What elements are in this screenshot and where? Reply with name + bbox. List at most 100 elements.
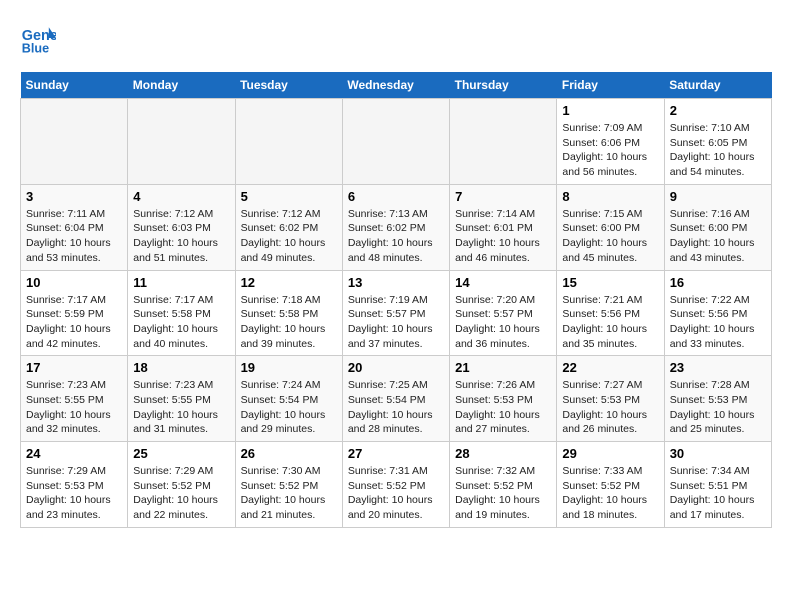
weekday-wednesday: Wednesday <box>342 72 449 99</box>
weekday-monday: Monday <box>128 72 235 99</box>
weekday-sunday: Sunday <box>21 72 128 99</box>
calendar-cell: 13Sunrise: 7:19 AM Sunset: 5:57 PM Dayli… <box>342 270 449 356</box>
day-info: Sunrise: 7:12 AM Sunset: 6:03 PM Dayligh… <box>133 207 229 266</box>
weekday-saturday: Saturday <box>664 72 771 99</box>
day-number: 19 <box>241 360 337 375</box>
day-info: Sunrise: 7:22 AM Sunset: 5:56 PM Dayligh… <box>670 293 766 352</box>
day-info: Sunrise: 7:10 AM Sunset: 6:05 PM Dayligh… <box>670 121 766 180</box>
day-info: Sunrise: 7:12 AM Sunset: 6:02 PM Dayligh… <box>241 207 337 266</box>
calendar-cell: 30 Sunrise: 7:34 AM Sunset: 5:51 PM Dayli… <box>664 442 771 528</box>
calendar-week-4: 17 Sunrise: 7:23 AM Sunset: 5:55 PM Dayli… <box>21 356 772 442</box>
day-number: 28 <box>455 446 551 461</box>
day-number: 20 <box>348 360 444 375</box>
day-info: Sunrise: 7:17 AM Sunset: 5:58 PM Dayligh… <box>133 293 229 352</box>
day-number: 2 <box>670 103 766 118</box>
day-info: Sunrise: 7:34 AM Sunset: 5:51 PM Dayligh… <box>670 464 766 523</box>
logo-icon: General Blue <box>20 20 56 56</box>
calendar-cell: 4 Sunrise: 7:12 AM Sunset: 6:03 PM Daylig… <box>128 184 235 270</box>
calendar-cell: 27 Sunrise: 7:31 AM Sunset: 5:52 PM Dayli… <box>342 442 449 528</box>
calendar-cell: 5Sunrise: 7:12 AM Sunset: 6:02 PM Daylig… <box>235 184 342 270</box>
calendar-cell: 7 Sunrise: 7:14 AM Sunset: 6:01 PM Daylig… <box>450 184 557 270</box>
day-number: 4 <box>133 189 229 204</box>
day-info: Sunrise: 7:11 AM Sunset: 6:04 PM Dayligh… <box>26 207 122 266</box>
day-info: Sunrise: 7:19 AM Sunset: 5:57 PM Dayligh… <box>348 293 444 352</box>
day-info: Sunrise: 7:33 AM Sunset: 5:52 PM Dayligh… <box>562 464 658 523</box>
day-number: 17 <box>26 360 122 375</box>
day-info: Sunrise: 7:20 AM Sunset: 5:57 PM Dayligh… <box>455 293 551 352</box>
day-info: Sunrise: 7:31 AM Sunset: 5:52 PM Dayligh… <box>348 464 444 523</box>
day-info: Sunrise: 7:23 AM Sunset: 5:55 PM Dayligh… <box>133 378 229 437</box>
weekday-thursday: Thursday <box>450 72 557 99</box>
calendar-cell: 11 Sunrise: 7:17 AM Sunset: 5:58 PM Dayli… <box>128 270 235 356</box>
day-number: 1 <box>562 103 658 118</box>
calendar-cell: 16 Sunrise: 7:22 AM Sunset: 5:56 PM Dayli… <box>664 270 771 356</box>
calendar-cell: 26 Sunrise: 7:30 AM Sunset: 5:52 PM Dayli… <box>235 442 342 528</box>
day-number: 11 <box>133 275 229 290</box>
calendar-cell: 8Sunrise: 7:15 AM Sunset: 6:00 PM Daylig… <box>557 184 664 270</box>
day-info: Sunrise: 7:09 AM Sunset: 6:06 PM Dayligh… <box>562 121 658 180</box>
day-info: Sunrise: 7:23 AM Sunset: 5:55 PM Dayligh… <box>26 378 122 437</box>
day-info: Sunrise: 7:32 AM Sunset: 5:52 PM Dayligh… <box>455 464 551 523</box>
calendar-cell: 2 Sunrise: 7:10 AM Sunset: 6:05 PM Daylig… <box>664 99 771 185</box>
day-number: 26 <box>241 446 337 461</box>
day-info: Sunrise: 7:16 AM Sunset: 6:00 PM Dayligh… <box>670 207 766 266</box>
calendar-week-5: 24 Sunrise: 7:29 AM Sunset: 5:53 PM Dayli… <box>21 442 772 528</box>
day-number: 27 <box>348 446 444 461</box>
calendar-cell <box>342 99 449 185</box>
calendar-cell: 3 Sunrise: 7:11 AM Sunset: 6:04 PM Daylig… <box>21 184 128 270</box>
day-info: Sunrise: 7:26 AM Sunset: 5:53 PM Dayligh… <box>455 378 551 437</box>
day-number: 9 <box>670 189 766 204</box>
day-number: 24 <box>26 446 122 461</box>
calendar-cell: 14 Sunrise: 7:20 AM Sunset: 5:57 PM Dayli… <box>450 270 557 356</box>
day-number: 14 <box>455 275 551 290</box>
day-number: 18 <box>133 360 229 375</box>
day-number: 3 <box>26 189 122 204</box>
day-info: Sunrise: 7:30 AM Sunset: 5:52 PM Dayligh… <box>241 464 337 523</box>
day-info: Sunrise: 7:13 AM Sunset: 6:02 PM Dayligh… <box>348 207 444 266</box>
calendar-cell: 18 Sunrise: 7:23 AM Sunset: 5:55 PM Dayli… <box>128 356 235 442</box>
day-number: 23 <box>670 360 766 375</box>
day-number: 12 <box>241 275 337 290</box>
weekday-tuesday: Tuesday <box>235 72 342 99</box>
day-info: Sunrise: 7:15 AM Sunset: 6:00 PM Dayligh… <box>562 207 658 266</box>
day-number: 7 <box>455 189 551 204</box>
day-info: Sunrise: 7:27 AM Sunset: 5:53 PM Dayligh… <box>562 378 658 437</box>
day-info: Sunrise: 7:29 AM Sunset: 5:53 PM Dayligh… <box>26 464 122 523</box>
weekday-header-row: SundayMondayTuesdayWednesdayThursdayFrid… <box>21 72 772 99</box>
day-info: Sunrise: 7:17 AM Sunset: 5:59 PM Dayligh… <box>26 293 122 352</box>
calendar-cell: 12Sunrise: 7:18 AM Sunset: 5:58 PM Dayli… <box>235 270 342 356</box>
calendar-cell <box>450 99 557 185</box>
day-number: 25 <box>133 446 229 461</box>
day-number: 16 <box>670 275 766 290</box>
calendar-cell: 15Sunrise: 7:21 AM Sunset: 5:56 PM Dayli… <box>557 270 664 356</box>
day-number: 6 <box>348 189 444 204</box>
logo: General Blue <box>20 20 56 56</box>
calendar-cell: 24 Sunrise: 7:29 AM Sunset: 5:53 PM Dayli… <box>21 442 128 528</box>
day-info: Sunrise: 7:21 AM Sunset: 5:56 PM Dayligh… <box>562 293 658 352</box>
day-number: 30 <box>670 446 766 461</box>
calendar-cell: 28 Sunrise: 7:32 AM Sunset: 5:52 PM Dayli… <box>450 442 557 528</box>
calendar-cell: 21 Sunrise: 7:26 AM Sunset: 5:53 PM Dayli… <box>450 356 557 442</box>
calendar-cell: 9 Sunrise: 7:16 AM Sunset: 6:00 PM Daylig… <box>664 184 771 270</box>
day-number: 29 <box>562 446 658 461</box>
calendar-cell: 19Sunrise: 7:24 AM Sunset: 5:54 PM Dayli… <box>235 356 342 442</box>
calendar-cell: 17 Sunrise: 7:23 AM Sunset: 5:55 PM Dayli… <box>21 356 128 442</box>
calendar-cell <box>128 99 235 185</box>
calendar-cell <box>21 99 128 185</box>
calendar-cell: 22 Sunrise: 7:27 AM Sunset: 5:53 PM Dayli… <box>557 356 664 442</box>
day-info: Sunrise: 7:29 AM Sunset: 5:52 PM Dayligh… <box>133 464 229 523</box>
calendar-week-1: 1 Sunrise: 7:09 AM Sunset: 6:06 PM Daylig… <box>21 99 772 185</box>
calendar-cell: 20 Sunrise: 7:25 AM Sunset: 5:54 PM Dayli… <box>342 356 449 442</box>
day-number: 10 <box>26 275 122 290</box>
day-info: Sunrise: 7:25 AM Sunset: 5:54 PM Dayligh… <box>348 378 444 437</box>
calendar-cell: 10 Sunrise: 7:17 AM Sunset: 5:59 PM Dayli… <box>21 270 128 356</box>
day-info: Sunrise: 7:14 AM Sunset: 6:01 PM Dayligh… <box>455 207 551 266</box>
calendar-week-2: 3 Sunrise: 7:11 AM Sunset: 6:04 PM Daylig… <box>21 184 772 270</box>
day-number: 22 <box>562 360 658 375</box>
day-number: 21 <box>455 360 551 375</box>
calendar-table: SundayMondayTuesdayWednesdayThursdayFrid… <box>20 72 772 528</box>
calendar-cell: 6 Sunrise: 7:13 AM Sunset: 6:02 PM Daylig… <box>342 184 449 270</box>
calendar-cell: 29 Sunrise: 7:33 AM Sunset: 5:52 PM Dayli… <box>557 442 664 528</box>
calendar-week-3: 10 Sunrise: 7:17 AM Sunset: 5:59 PM Dayli… <box>21 270 772 356</box>
calendar-cell: 25 Sunrise: 7:29 AM Sunset: 5:52 PM Dayli… <box>128 442 235 528</box>
